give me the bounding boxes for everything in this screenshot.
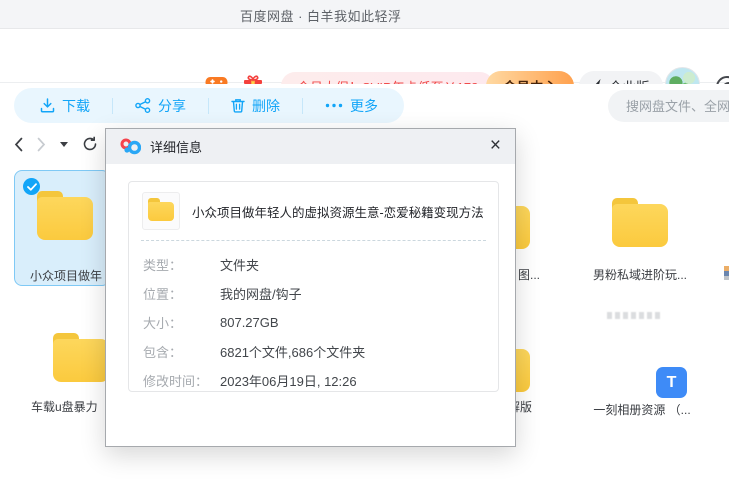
close-icon[interactable]: × (490, 133, 501, 159)
file-name-row: 小众项目做年轻人的虚拟资源生意-恋爱秘籍变现方法 (129, 182, 498, 240)
dialog-content-box: 小众项目做年轻人的虚拟资源生意-恋爱秘籍变现方法 类型： 文件夹 位置： 我的网… (128, 181, 499, 392)
txt-file-letter: T (667, 374, 677, 392)
nav-controls (14, 136, 98, 152)
forward-button[interactable] (37, 137, 46, 152)
field-row-contains: 包含： 6821个文件,686个文件夹 (143, 337, 498, 366)
field-label: 类型： (143, 255, 220, 274)
dialog-title: 详细信息 (150, 137, 202, 156)
folder-icon[interactable] (53, 339, 109, 382)
field-label: 包含： (143, 342, 220, 361)
folder-card-selected[interactable]: 小众项目做年 (14, 170, 110, 286)
netdisk-logo-icon (120, 138, 141, 155)
field-value: 807.27GB (220, 315, 279, 330)
field-value: 文件夹 (220, 255, 259, 274)
back-button[interactable] (14, 137, 23, 152)
field-label: 位置： (143, 284, 220, 303)
field-row-type: 类型： 文件夹 (143, 250, 498, 279)
txt-file-icon[interactable]: T (656, 367, 687, 398)
folder-label: 小众项目做年 (24, 267, 108, 284)
blurred-small-text (607, 312, 663, 319)
folder-label[interactable]: 图... (518, 266, 540, 283)
clipped-item-edge (724, 266, 729, 280)
folder-icon (148, 202, 174, 221)
field-label: 修改时间： (143, 371, 220, 390)
history-dropdown[interactable] (60, 142, 68, 147)
detail-fields: 类型： 文件夹 位置： 我的网盘/钩子 大小： 807.27GB 包含： 682… (129, 241, 498, 395)
field-row-location: 位置： 我的网盘/钩子 (143, 279, 498, 308)
folder-icon[interactable] (612, 204, 668, 247)
folder-label[interactable]: 一刻相册资源 （... (580, 401, 704, 418)
folder-thumbnail (142, 192, 180, 230)
app-window: 百度网盘 · 白羊我如此轻浮 会员大促！SVIP年卡低至￥178 会员中心 (0, 0, 729, 480)
file-name: 小众项目做年轻人的虚拟资源生意-恋爱秘籍变现方法 (192, 202, 484, 221)
field-value: 6821个文件,686个文件夹 (220, 342, 365, 361)
details-dialog: 详细信息 × 小众项目做年轻人的虚拟资源生意-恋爱秘籍变现方法 类型： 文件夹 … (105, 128, 516, 447)
field-value: 2023年06月19日, 12:26 (220, 371, 357, 390)
field-value: 我的网盘/钩子 (220, 284, 302, 303)
chevron-down-icon (60, 142, 68, 147)
field-row-size: 大小： 807.27GB (143, 308, 498, 337)
field-label: 大小： (143, 313, 220, 332)
field-row-modified: 修改时间： 2023年06月19日, 12:26 (143, 366, 498, 395)
dialog-header[interactable]: 详细信息 × (106, 129, 515, 164)
folder-label[interactable]: 男粉私域进阶玩... (584, 266, 696, 283)
folder-label[interactable]: 车载u盘暴力 (31, 398, 109, 415)
folder-icon (37, 197, 93, 240)
refresh-button[interactable] (82, 136, 98, 152)
